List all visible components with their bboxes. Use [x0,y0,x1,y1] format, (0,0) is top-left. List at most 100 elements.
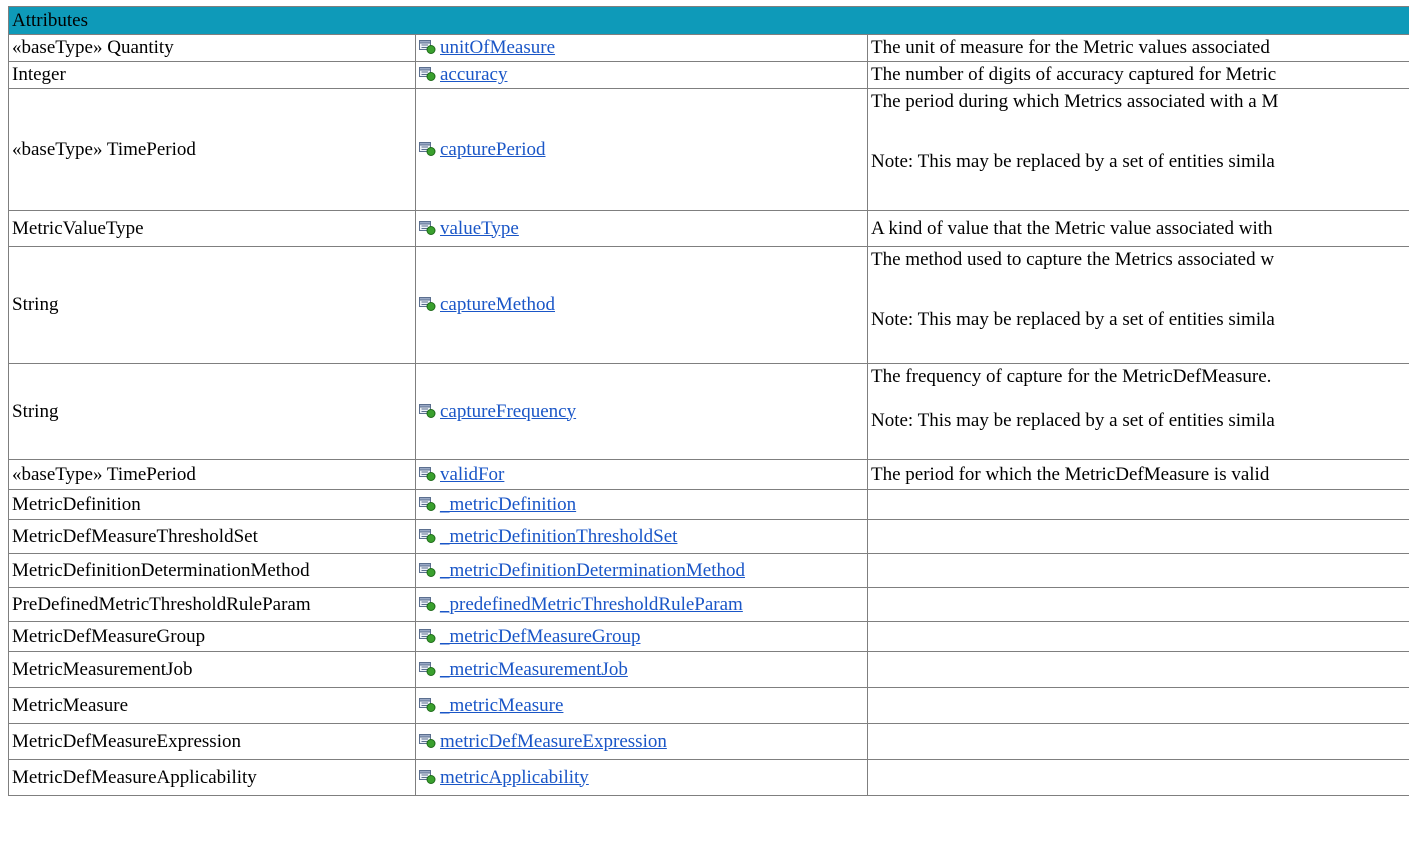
attributes-header: Attributes [7,6,1409,35]
attribute-type: MetricMeasurementJob [8,651,416,688]
attribute-type: MetricDefMeasureApplicability [8,759,416,796]
attribute-type: MetricValueType [8,210,416,247]
attribute-name-cell: metricApplicability [415,759,868,796]
attribute-link[interactable]: capturePeriod [440,139,546,160]
attribute-link[interactable]: metricApplicability [440,767,589,788]
description-line: A kind of value that the Metric value as… [871,217,1273,239]
attribute-link[interactable]: validFor [440,464,504,485]
table-row: MetricMeasurementJob _metricMeasurementJo… [8,651,1409,688]
description-line: Note: This may be replaced by a set of e… [871,410,1275,431]
description-line: The period during which Metrics associat… [871,91,1279,112]
table-row: MetricDefMeasureApplicability metricAppli… [8,759,1409,796]
attribute-name-cell: metricDefMeasureExpression [415,723,868,760]
attribute-type: PreDefinedMetricThresholdRuleParam [8,587,416,622]
table-row: String captureFrequency The frequency of c… [8,363,1409,460]
attribute-description [866,519,1409,554]
attribute-description: The unit of measure for the Metric value… [866,34,1409,62]
attribute-icon [419,496,436,511]
table-row: String captureMethod The method used to ca… [8,246,1409,364]
description-line: Note: This may be replaced by a set of e… [871,151,1275,172]
attribute-type: Integer [8,61,416,89]
attribute-link[interactable]: _metricDefinitionDeterminationMethod [440,560,745,581]
attribute-description: The number of digits of accuracy capture… [866,61,1409,89]
table-row: MetricDefinition _metricDefinition [8,489,1409,520]
attribute-type: MetricMeasure [8,687,416,724]
description-line [871,390,1409,408]
attribute-description [866,723,1409,760]
attribute-icon [419,562,436,577]
attribute-link[interactable]: _metricDefinition [440,494,576,515]
attribute-description: The period for which the MetricDefMeasur… [866,459,1409,490]
table-row: MetricDefMeasureGroup _metricDefMeasureGr… [8,621,1409,652]
attribute-icon [419,141,436,156]
attribute-link[interactable]: accuracy [440,64,508,85]
table-row: «baseType» TimePeriod validFor The period … [8,459,1409,490]
attribute-description: The frequency of capture for the MetricD… [866,363,1409,460]
attribute-name-cell: validFor [415,459,868,490]
attribute-link[interactable]: metricDefMeasureExpression [440,731,667,752]
attribute-type: MetricDefMeasureExpression [8,723,416,760]
description-line [871,273,1409,290]
attribute-name-cell: valueType [415,210,868,247]
attribute-type: String [8,246,416,364]
attribute-description: The method used to capture the Metrics a… [866,246,1409,364]
attribute-icon [419,628,436,643]
attribute-name-cell: _predefinedMetricThresholdRuleParam [415,587,868,622]
description-line [871,132,1409,149]
attribute-name-cell: _metricDefMeasureGroup [415,621,868,652]
attribute-link[interactable]: captureMethod [440,294,555,315]
table-row: MetricMeasure _metricMeasure [8,687,1409,724]
attribute-name-cell: captureFrequency [415,363,868,460]
attribute-icon [419,67,436,81]
attribute-description: A kind of value that the Metric value as… [866,210,1409,247]
attribute-type: MetricDefMeasureGroup [8,621,416,652]
attribute-type: MetricDefinition [8,489,416,520]
description-line: Note: This may be replaced by a set of e… [871,309,1275,330]
attribute-name-cell: _metricDefinitionThresholdSet [415,519,868,554]
attribute-description: The period during which Metrics associat… [866,88,1409,211]
table-row: Integer accuracy The number of digits of a… [8,61,1409,89]
attribute-name-cell: _metricDefinitionDeterminationMethod [415,553,868,588]
description-line [871,290,1409,307]
description-line: The unit of measure for the Metric value… [871,37,1270,58]
attribute-link[interactable]: valueType [440,218,519,239]
attributes-table: Attributes «baseType» Quantity unitOfMeas… [7,6,1409,796]
attribute-icon [419,733,436,748]
attribute-link[interactable]: _predefinedMetricThresholdRuleParam [440,594,743,615]
attribute-link[interactable]: _metricMeasure [440,695,563,716]
attribute-name-cell: _metricMeasure [415,687,868,724]
table-row: MetricDefinitionDeterminationMethod _metr… [8,553,1409,588]
attribute-icon [419,697,436,712]
attribute-icon [419,528,436,543]
table-row: «baseType» TimePeriod capturePeriod The pe… [8,88,1409,211]
table-row: PreDefinedMetricThresholdRuleParam _prede… [8,587,1409,622]
attribute-name-cell: unitOfMeasure [415,34,868,62]
attribute-type: «baseType» TimePeriod [8,459,416,490]
attribute-link[interactable]: _metricMeasurementJob [440,659,628,680]
description-line [871,115,1409,132]
table-row: MetricDefMeasureExpression metricDefMeasu… [8,723,1409,760]
attribute-icon [419,596,436,611]
attribute-icon [419,466,436,481]
attribute-name-cell: _metricMeasurementJob [415,651,868,688]
attribute-icon [419,769,436,784]
attribute-type: «baseType» Quantity [8,34,416,62]
table-row: MetricDefMeasureThresholdSet _metricDefin… [8,519,1409,554]
attribute-type: String [8,363,416,460]
attribute-description [866,621,1409,652]
description-line: The method used to capture the Metrics a… [871,249,1275,270]
table-row: «baseType» Quantity unitOfMeasure The unit… [8,34,1409,62]
attribute-description [866,651,1409,688]
attribute-link[interactable]: unitOfMeasure [440,37,555,58]
attribute-type: MetricDefinitionDeterminationMethod [8,553,416,588]
attribute-description [866,489,1409,520]
attribute-icon [419,297,436,311]
attribute-link[interactable]: _metricDefMeasureGroup [440,626,640,647]
attribute-link[interactable]: _metricDefinitionThresholdSet [440,526,677,547]
attribute-icon [419,40,436,54]
description-line: The number of digits of accuracy capture… [871,64,1277,85]
attribute-link[interactable]: captureFrequency [440,401,576,422]
attribute-icon [419,403,436,418]
attribute-type: MetricDefMeasureThresholdSet [8,519,416,554]
description-line: The frequency of capture for the MetricD… [871,366,1272,387]
